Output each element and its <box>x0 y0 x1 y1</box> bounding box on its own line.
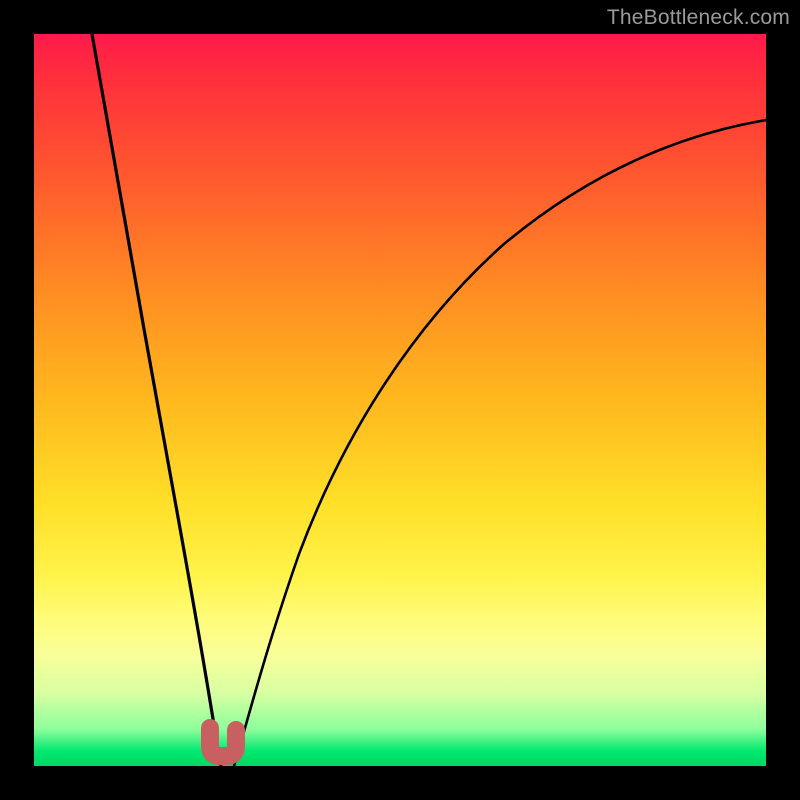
watermark-text: TheBottleneck.com <box>607 6 790 30</box>
u-mark <box>210 728 236 756</box>
left-curve <box>92 34 221 766</box>
right-curve <box>234 120 766 766</box>
curves-layer <box>34 34 766 766</box>
chart-container: TheBottleneck.com <box>0 0 800 800</box>
plot-area <box>34 34 766 766</box>
